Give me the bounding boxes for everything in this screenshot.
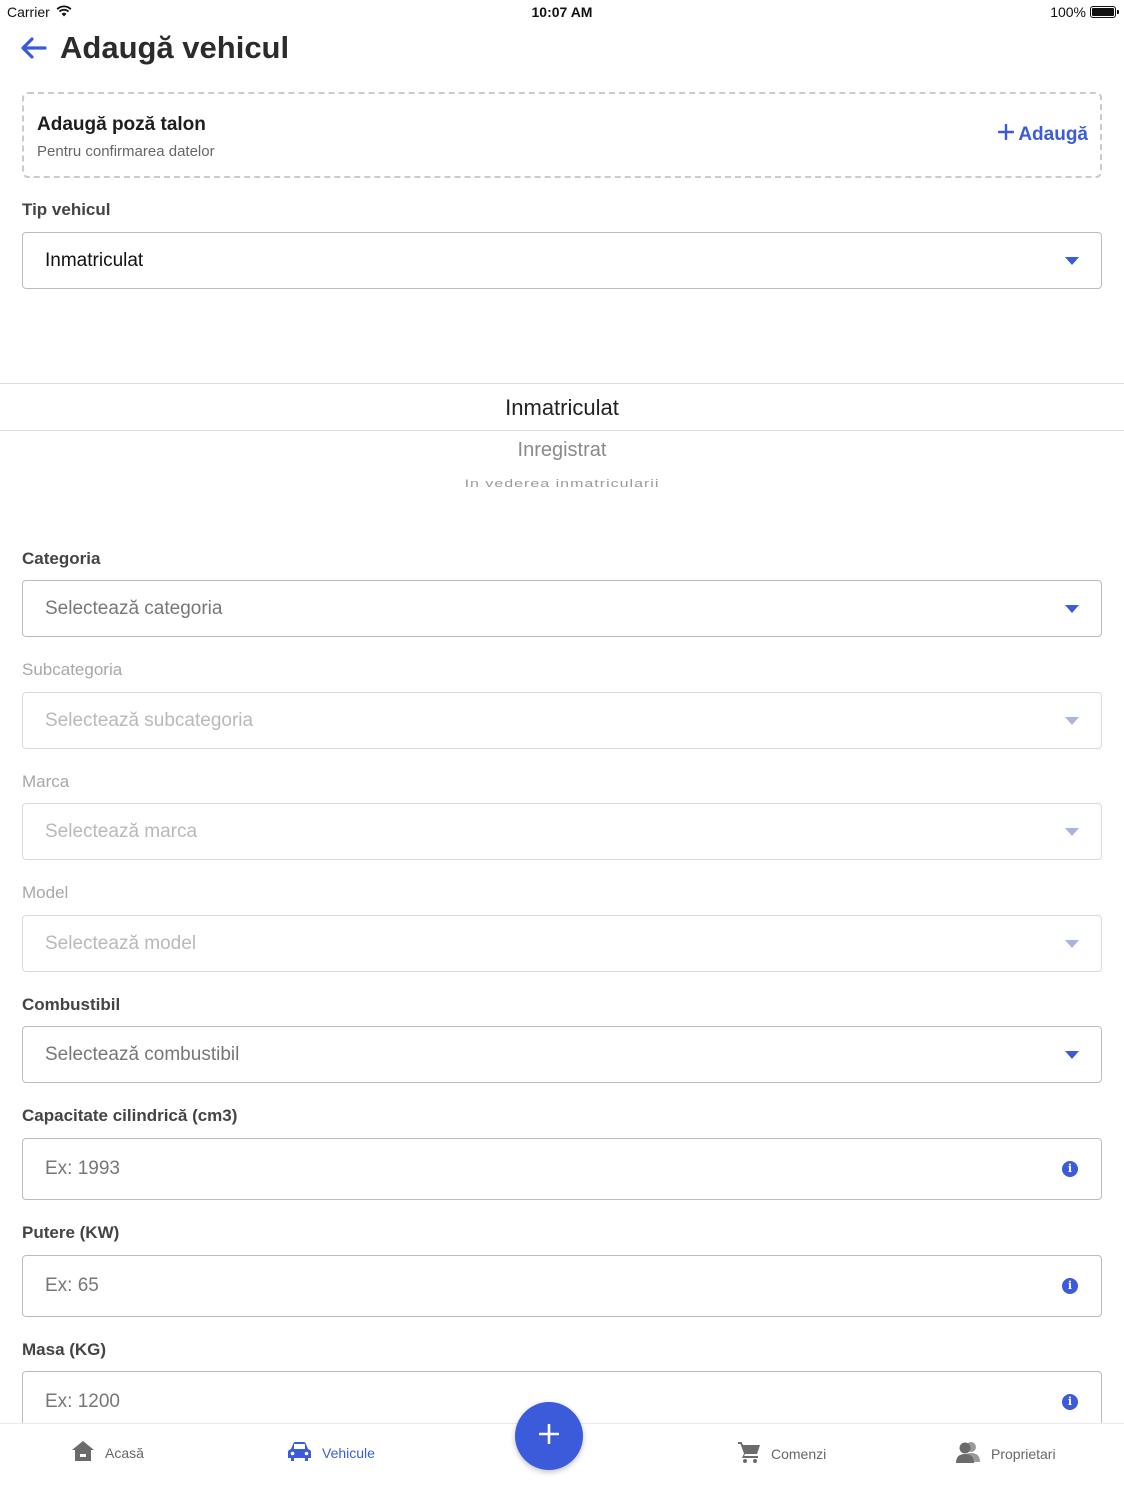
add-photo-label: Adaugă [1018,124,1088,145]
chevron-down-icon [1065,827,1079,836]
status-bar: Carrier 10:07 AM 100% [0,0,1124,24]
tab-label: Comenzi [771,1445,827,1462]
chevron-down-icon [1065,256,1079,265]
users-icon [955,1440,981,1467]
picker-option-selected[interactable]: Inmatriculat [0,395,1124,421]
car-icon [287,1440,312,1465]
combustibil-select[interactable]: Selectează combustibil [22,1026,1102,1083]
categoria-placeholder: Selectează categoria [45,597,223,619]
tab-comenzi[interactable]: Comenzi [737,1440,826,1467]
battery-percent: 100% [1050,4,1086,20]
photo-card-title: Adaugă poză talon [37,114,206,135]
tab-proprietari[interactable]: Proprietari [955,1440,1056,1467]
marca-placeholder: Selectează marca [45,820,198,842]
tab-label: Acasă [105,1444,144,1461]
masa-label: Masa (KG) [22,1340,107,1359]
battery-icon [1090,6,1119,18]
putere-input[interactable] [45,1275,945,1297]
info-icon[interactable]: i [1062,1394,1078,1410]
tip-vehicul-value: Inmatriculat [45,249,144,271]
tab-label: Proprietari [991,1445,1056,1462]
subcategoria-label: Subcategoria [22,660,123,679]
picker-divider-bottom [0,430,1124,431]
chevron-down-icon [1065,604,1079,613]
photo-card-subtitle: Pentru confirmarea datelor [37,143,215,160]
subcategoria-placeholder: Selectează subcategoria [45,709,254,731]
add-fab-button[interactable] [515,1402,583,1470]
masa-input[interactable] [45,1391,945,1413]
tab-acasa[interactable]: Acasă [71,1440,144,1465]
combustibil-placeholder: Selectează combustibil [45,1043,240,1065]
info-icon[interactable]: i [1062,1161,1078,1177]
marca-select[interactable]: Selectează marca [22,803,1102,860]
categoria-label: Categoria [22,549,101,568]
putere-label: Putere (KW) [22,1223,120,1242]
categoria-select[interactable]: Selectează categoria [22,580,1102,637]
chevron-down-icon [1065,716,1079,725]
tab-vehicule[interactable]: Vehicule [287,1440,375,1465]
model-placeholder: Selectează model [45,932,197,954]
marca-label: Marca [22,772,70,791]
model-select[interactable]: Selectează model [22,915,1102,972]
photo-upload-card[interactable]: Adaugă poză talon Pentru confirmarea dat… [22,92,1102,178]
chevron-down-icon [1065,1050,1079,1059]
subcategoria-select[interactable]: Selectează subcategoria [22,692,1102,749]
info-icon[interactable]: i [1062,1278,1078,1294]
home-icon [71,1440,95,1465]
picker-option[interactable]: Inregistrat [0,439,1124,462]
picker-divider-top [0,383,1124,384]
capacitate-label: Capacitate cilindrică (cm3) [22,1106,238,1125]
page-header: Adaugă vehicul [20,28,289,68]
vehicle-type-picker[interactable]: Inmatriculat Inregistrat In vederea inma… [0,383,1124,513]
status-time: 10:07 AM [531,4,593,20]
add-photo-button[interactable]: Adaugă [998,123,1088,146]
capacitate-field[interactable]: i [22,1138,1102,1200]
combustibil-label: Combustibil [22,995,121,1014]
back-arrow-icon[interactable] [20,34,48,62]
capacitate-input[interactable] [45,1158,945,1180]
plus-icon [998,123,1015,146]
tab-label: Vehicule [322,1444,375,1461]
putere-field[interactable]: i [22,1255,1102,1317]
tip-vehicul-label: Tip vehicul [22,200,111,219]
status-right: 100% [1050,4,1119,20]
model-label: Model [22,883,69,902]
page-title: Adaugă vehicul [60,30,290,65]
plus-icon [538,1423,560,1449]
chevron-down-icon [1065,939,1079,948]
picker-option[interactable]: In vederea inmatricularii [0,478,1124,491]
cart-icon [737,1440,761,1467]
tip-vehicul-select[interactable]: Inmatriculat [22,232,1102,289]
